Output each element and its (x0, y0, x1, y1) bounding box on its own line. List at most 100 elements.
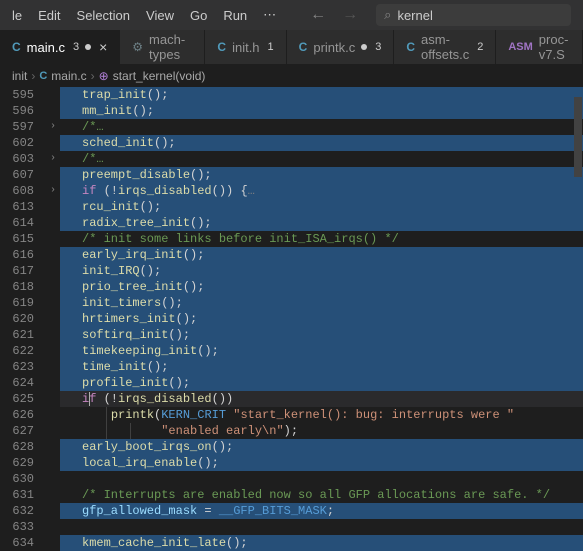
code-line[interactable]: init_timers(); (60, 295, 583, 311)
line-number[interactable]: 623 (0, 359, 46, 375)
code-line[interactable]: time_init(); (60, 359, 583, 375)
line-number[interactable]: 608 (0, 183, 46, 199)
code-line[interactable] (60, 519, 583, 535)
menu-more-icon[interactable]: ⋯ (255, 3, 284, 27)
fold-chevron-icon[interactable]: › (46, 151, 60, 167)
code-line[interactable]: sched_init(); (60, 135, 583, 151)
tab-badge: 3 (73, 41, 79, 53)
tab-badge: 1 (268, 41, 274, 53)
code-line[interactable]: kmem_cache_init_late(); (60, 535, 583, 551)
scrollbar[interactable] (573, 87, 583, 500)
tab-label: asm-offsets.c (421, 32, 469, 62)
breadcrumb-symbol[interactable]: start_kernel(void) (113, 69, 206, 83)
code-line[interactable]: /* init some links before init_ISA_irqs(… (60, 231, 583, 247)
code-area[interactable]: trap_init(); mm_init(); /*… sched_init()… (60, 87, 583, 551)
tab-label: main.c (27, 40, 65, 55)
menu-edit[interactable]: Edit (30, 4, 68, 27)
editor[interactable]: 595 596 597 602 603 607 608 613 614 615 … (0, 87, 583, 551)
line-number[interactable]: 596 (0, 103, 46, 119)
tab-mach-types[interactable]: ⚙ mach-types (120, 30, 205, 64)
code-line[interactable]: radix_tree_init(); (60, 215, 583, 231)
nav-back-icon[interactable]: ← (304, 4, 332, 26)
line-number[interactable]: 624 (0, 375, 46, 391)
breadcrumb-file[interactable]: main.c (51, 69, 86, 83)
search-input[interactable]: kernel (397, 8, 432, 23)
line-number[interactable]: 619 (0, 295, 46, 311)
scrollbar-thumb[interactable] (574, 97, 582, 177)
menu-file[interactable]: le (4, 4, 30, 27)
code-line[interactable]: early_irq_init(); (60, 247, 583, 263)
tab-main-c[interactable]: C main.c 3 × (0, 30, 120, 64)
nav-arrows: ← → (304, 4, 364, 26)
search-box[interactable]: ⌕ kernel (376, 4, 571, 26)
code-line[interactable]: timekeeping_init(); (60, 343, 583, 359)
menubar: le Edit Selection View Go Run ⋯ ← → ⌕ ke… (0, 0, 583, 30)
line-number[interactable]: 602 (0, 135, 46, 151)
c-file-icon: C (39, 70, 47, 82)
line-number[interactable]: 626 (0, 407, 46, 423)
line-number[interactable]: 620 (0, 311, 46, 327)
fold-chevron-icon[interactable]: › (46, 119, 60, 135)
c-file-icon: C (217, 40, 226, 54)
code-line[interactable]: trap_init(); (60, 87, 583, 103)
line-number[interactable]: 634 (0, 535, 46, 551)
tab-proc-v7-s[interactable]: ASM proc-v7.S (496, 30, 583, 64)
search-icon: ⌕ (384, 7, 391, 23)
line-number[interactable]: 629 (0, 455, 46, 471)
menu-go[interactable]: Go (182, 4, 215, 27)
code-line[interactable]: hrtimers_init(); (60, 311, 583, 327)
tab-label: printk.c (313, 40, 355, 55)
line-number[interactable]: 628 (0, 439, 46, 455)
line-number[interactable]: 627 (0, 423, 46, 439)
code-line[interactable]: /*… (60, 151, 583, 167)
line-number[interactable]: 614 (0, 215, 46, 231)
code-line[interactable]: rcu_init(); (60, 199, 583, 215)
line-number[interactable]: 630 (0, 471, 46, 487)
breadcrumb-root[interactable]: init (12, 69, 27, 83)
code-line[interactable] (60, 471, 583, 487)
tab-init-h[interactable]: C init.h 1 (205, 30, 286, 64)
code-line[interactable]: printk(KERN_CRIT "start_kernel(): bug: i… (60, 407, 583, 423)
line-number[interactable]: 621 (0, 327, 46, 343)
code-line[interactable]: /* Interrupts are enabled now so all GFP… (60, 487, 583, 503)
fold-chevron-icon[interactable]: › (46, 183, 60, 199)
code-line[interactable]: if (!irqs_disabled()) (60, 391, 583, 407)
code-line[interactable]: init_IRQ(); (60, 263, 583, 279)
code-line[interactable]: early_boot_irqs_on(); (60, 439, 583, 455)
tab-printk-c[interactable]: C printk.c 3 (287, 30, 395, 64)
line-number[interactable]: 633 (0, 519, 46, 535)
code-line[interactable]: local_irq_enable(); (60, 455, 583, 471)
line-number[interactable]: 595 (0, 87, 46, 103)
dirty-indicator-icon (361, 44, 367, 50)
code-line[interactable]: mm_init(); (60, 103, 583, 119)
line-number[interactable]: 597 (0, 119, 46, 135)
code-line[interactable]: if (!irqs_disabled()) {… (60, 183, 583, 199)
code-line[interactable]: /*… (60, 119, 583, 135)
line-number[interactable]: 618 (0, 279, 46, 295)
asm-file-icon: ASM (508, 41, 532, 53)
line-number[interactable]: 631 (0, 487, 46, 503)
code-line[interactable]: "enabled early\n"); (60, 423, 583, 439)
breadcrumb[interactable]: init › C main.c › ⊕ start_kernel(void) (0, 65, 583, 87)
line-number[interactable]: 625 (0, 391, 46, 407)
code-line[interactable]: profile_init(); (60, 375, 583, 391)
nav-forward-icon[interactable]: → (336, 4, 364, 26)
code-line[interactable]: gfp_allowed_mask = __GFP_BITS_MASK; (60, 503, 583, 519)
line-number[interactable]: 615 (0, 231, 46, 247)
line-number[interactable]: 613 (0, 199, 46, 215)
line-number[interactable]: 632 (0, 503, 46, 519)
line-number[interactable]: 622 (0, 343, 46, 359)
code-line[interactable]: softirq_init(); (60, 327, 583, 343)
menu-selection[interactable]: Selection (69, 4, 138, 27)
close-icon[interactable]: × (99, 40, 107, 54)
c-file-icon: C (406, 40, 415, 54)
line-number[interactable]: 617 (0, 263, 46, 279)
menu-run[interactable]: Run (215, 4, 255, 27)
menu-view[interactable]: View (138, 4, 182, 27)
line-number[interactable]: 616 (0, 247, 46, 263)
tab-asm-offsets-c[interactable]: C asm-offsets.c 2 (394, 30, 496, 64)
code-line[interactable]: prio_tree_init(); (60, 279, 583, 295)
line-number[interactable]: 603 (0, 151, 46, 167)
line-number[interactable]: 607 (0, 167, 46, 183)
code-line[interactable]: preempt_disable(); (60, 167, 583, 183)
